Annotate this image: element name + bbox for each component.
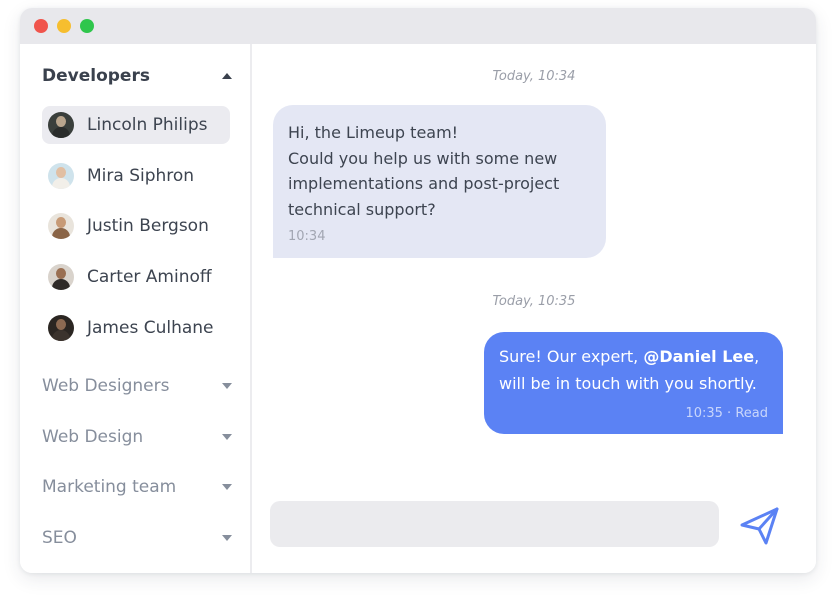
- avatar: [48, 315, 74, 341]
- group-label: Web Design: [42, 427, 144, 447]
- group-web-designers[interactable]: Web Designers: [42, 371, 232, 401]
- member-mira-siphron[interactable]: Mira Siphron: [42, 157, 230, 195]
- group-seo[interactable]: SEO: [42, 523, 232, 553]
- maximize-window-button[interactable]: [80, 19, 94, 33]
- member-name: James Culhane: [87, 318, 214, 338]
- chevron-up-icon: [222, 73, 232, 79]
- chat-panel: Today, 10:34 Hi, the Limeup team! Could …: [252, 44, 816, 573]
- sidebar: Developers Lincoln Philips Mira Siphron …: [20, 44, 252, 573]
- mention-link[interactable]: @Daniel Lee: [643, 347, 754, 366]
- group-developers[interactable]: Developers: [42, 61, 232, 91]
- message-line: Could you help us with some new: [288, 148, 558, 168]
- incoming-message: Hi, the Limeup team! Could you help us w…: [273, 105, 606, 258]
- group-label: Marketing team: [42, 477, 177, 497]
- date-divider: Today, 10:34: [492, 69, 576, 84]
- member-name: Carter Aminoff: [87, 267, 212, 287]
- member-justin-bergson[interactable]: Justin Bergson: [42, 207, 230, 245]
- send-button[interactable]: [738, 506, 782, 546]
- message-time: 10:35: [685, 406, 723, 421]
- avatar: [48, 163, 74, 189]
- message-line: technical support?: [288, 199, 436, 219]
- meta-separator: ·: [722, 406, 736, 421]
- group-label: Developers: [42, 66, 150, 86]
- message-time: 10:34: [288, 229, 326, 244]
- chevron-down-icon: [222, 383, 232, 389]
- message-line: Hi, the Limeup team!: [288, 123, 459, 142]
- title-bar: [20, 8, 816, 44]
- message-line: Sure! Our expert, @Daniel Lee,: [499, 343, 768, 370]
- outgoing-message: Sure! Our expert, @Daniel Lee, will be i…: [484, 332, 783, 434]
- message-segment: ,: [754, 347, 760, 366]
- member-james-culhane[interactable]: James Culhane: [42, 309, 230, 347]
- read-status: Read: [735, 406, 768, 421]
- date-divider: Today, 10:35: [492, 294, 576, 309]
- group-label: Web Designers: [42, 376, 170, 396]
- member-lincoln-philips[interactable]: Lincoln Philips: [42, 106, 230, 144]
- message-segment: Sure! Our expert,: [499, 347, 644, 366]
- member-name: Justin Bergson: [87, 216, 209, 236]
- chevron-down-icon: [222, 535, 232, 541]
- message-line: will be in touch with you shortly.: [499, 374, 757, 393]
- group-marketing-team[interactable]: Marketing team: [42, 472, 232, 502]
- chevron-down-icon: [222, 484, 232, 490]
- member-name: Mira Siphron: [87, 166, 195, 186]
- minimize-window-button[interactable]: [57, 19, 71, 33]
- chat-window: Developers Lincoln Philips Mira Siphron …: [20, 8, 816, 573]
- chevron-down-icon: [222, 434, 232, 440]
- member-name: Lincoln Philips: [87, 115, 208, 135]
- close-window-button[interactable]: [34, 19, 48, 33]
- message-text: Sure! Our expert, @Daniel Lee, will be i…: [499, 343, 768, 397]
- message-meta: 10:35 · Read: [685, 406, 768, 421]
- message-text: Hi, the Limeup team! Could you help us w…: [288, 120, 591, 222]
- group-web-design[interactable]: Web Design: [42, 422, 232, 452]
- avatar: [48, 264, 74, 290]
- message-line: implementations and post-project: [288, 174, 560, 193]
- avatar: [48, 112, 74, 138]
- message-input[interactable]: [270, 501, 719, 547]
- avatar: [48, 213, 74, 239]
- paper-plane-icon: [740, 507, 779, 545]
- member-carter-aminoff[interactable]: Carter Aminoff: [42, 258, 230, 296]
- group-label: SEO: [42, 528, 77, 548]
